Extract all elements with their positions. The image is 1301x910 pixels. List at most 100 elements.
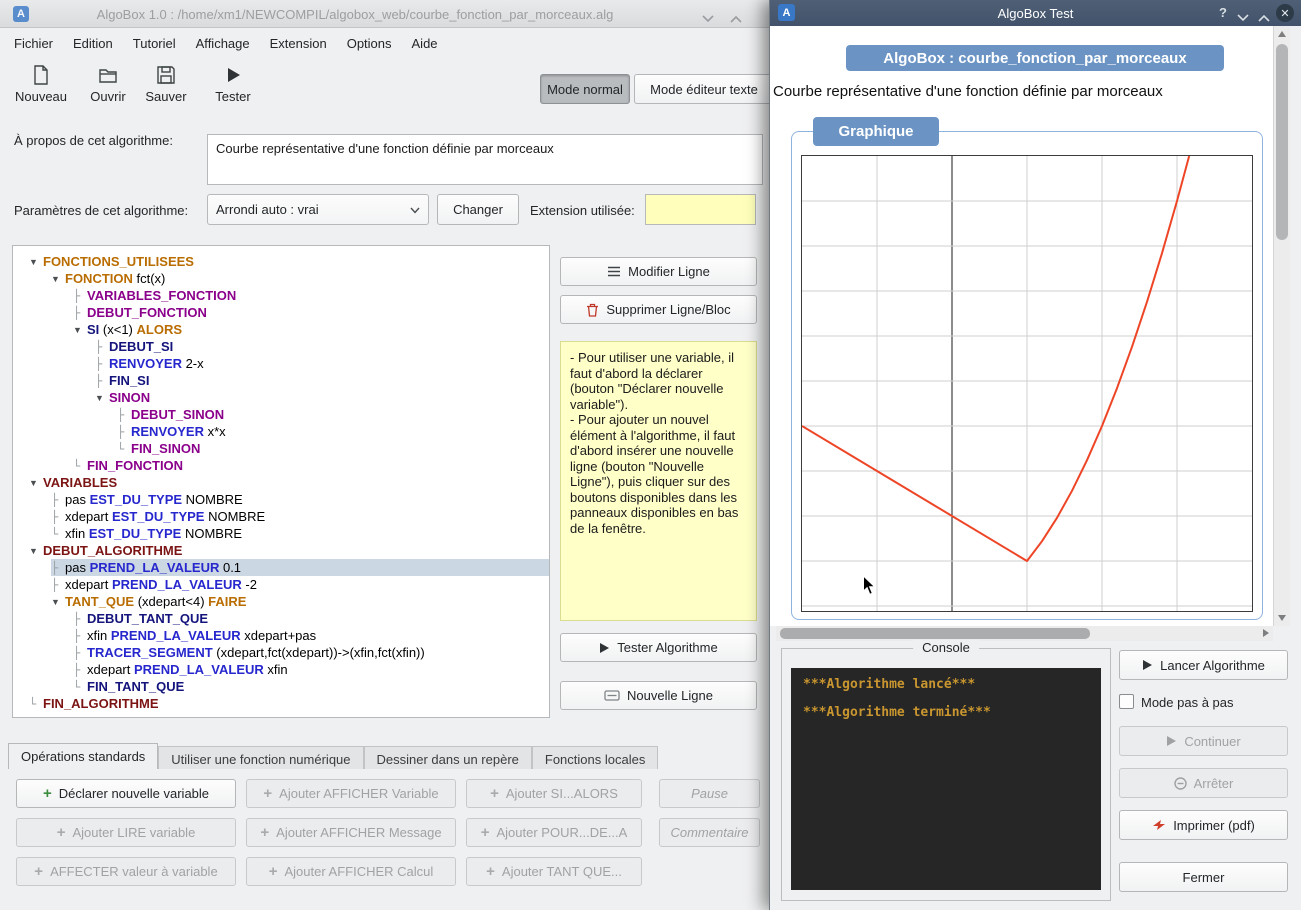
tree-row[interactable]: ▼SI (x<1) ALORS bbox=[13, 321, 549, 338]
menu-item-extension[interactable]: Extension bbox=[260, 31, 337, 56]
tree-row[interactable]: └FIN_ALGORITHME bbox=[13, 695, 549, 712]
chevron-down-icon[interactable] bbox=[1237, 9, 1249, 27]
chevron-down-icon[interactable] bbox=[702, 10, 714, 28]
expand-arrow-icon[interactable]: ▼ bbox=[51, 597, 65, 607]
modify-line-button[interactable]: Modifier Ligne bbox=[560, 257, 757, 286]
vertical-scrollbar[interactable] bbox=[1273, 26, 1290, 626]
tree-row[interactable]: ▼SINON bbox=[13, 389, 549, 406]
expand-arrow-icon[interactable]: ▼ bbox=[29, 546, 43, 556]
extension-input[interactable] bbox=[645, 194, 756, 225]
stop-button[interactable]: Arrêter bbox=[1119, 768, 1288, 798]
chevron-up-icon[interactable] bbox=[1258, 9, 1270, 27]
test-algorithm-button[interactable]: Tester Algorithme bbox=[560, 633, 757, 662]
menu-item-affichage[interactable]: Affichage bbox=[186, 31, 260, 56]
tester-button[interactable]: Tester bbox=[202, 64, 264, 104]
tab[interactable]: Utiliser une fonction numérique bbox=[158, 746, 363, 769]
tree-row[interactable]: ├DEBUT_SINON bbox=[13, 406, 549, 423]
scroll-down-icon[interactable] bbox=[1278, 615, 1286, 621]
tree-branch-icon: ├ bbox=[51, 510, 65, 524]
scroll-right-icon[interactable] bbox=[1263, 629, 1269, 637]
ops-button[interactable]: Pause bbox=[659, 779, 760, 808]
ops-button[interactable]: +Ajouter POUR...DE...A bbox=[466, 818, 642, 847]
menu-item-fichier[interactable]: Fichier bbox=[4, 31, 63, 56]
mode-normal-button[interactable]: Mode normal bbox=[540, 74, 630, 104]
tree-row[interactable]: ├xdepart PREND_LA_VALEUR xfin bbox=[13, 661, 549, 678]
play-icon bbox=[1142, 659, 1153, 671]
tree-row[interactable]: ├xdepart PREND_LA_VALEUR -2 bbox=[13, 576, 549, 593]
tree-row[interactable]: ├VARIABLES_FONCTION bbox=[13, 287, 549, 304]
step-mode-checkbox[interactable] bbox=[1119, 694, 1134, 709]
menu-item-edition[interactable]: Edition bbox=[63, 31, 123, 56]
tree-branch-icon: ├ bbox=[117, 408, 131, 422]
about-input[interactable]: Courbe représentative d'une fonction déf… bbox=[207, 134, 763, 185]
horizontal-scrollbar[interactable] bbox=[776, 626, 1273, 641]
new-line-button[interactable]: Nouvelle Ligne bbox=[560, 681, 757, 710]
tree-row[interactable]: ├pas PREND_LA_VALEUR 0.1 bbox=[13, 559, 549, 576]
params-label: Paramètres de cet algorithme: bbox=[14, 203, 188, 218]
change-button[interactable]: Changer bbox=[437, 194, 519, 225]
menu-item-options[interactable]: Options bbox=[337, 31, 402, 56]
ops-button[interactable]: +Ajouter AFFICHER Message bbox=[246, 818, 456, 847]
tree-row[interactable]: └FIN_FONCTION bbox=[13, 457, 549, 474]
tree-row[interactable]: ├TRACER_SEGMENT (xdepart,fct(xdepart))->… bbox=[13, 644, 549, 661]
expand-arrow-icon[interactable]: ▼ bbox=[51, 274, 65, 284]
ops-button[interactable]: +Ajouter TANT QUE... bbox=[466, 857, 642, 886]
tree-row[interactable]: ▼DEBUT_ALGORITHME bbox=[13, 542, 549, 559]
ops-button[interactable]: +Ajouter LIRE variable bbox=[16, 818, 236, 847]
ops-button[interactable]: +Ajouter AFFICHER Calcul bbox=[246, 857, 456, 886]
tree-branch-icon: ├ bbox=[51, 578, 65, 592]
help-icon[interactable]: ? bbox=[1219, 5, 1227, 20]
ops-button[interactable]: +Déclarer nouvelle variable bbox=[16, 779, 236, 808]
run-algorithm-button[interactable]: Lancer Algorithme bbox=[1119, 650, 1288, 680]
ops-button[interactable]: +Ajouter AFFICHER Variable bbox=[246, 779, 456, 808]
expand-arrow-icon[interactable]: ▼ bbox=[95, 393, 109, 403]
main-window-titlebar[interactable]: A AlgoBox 1.0 : /home/xm1/NEWCOMPIL/algo… bbox=[0, 0, 772, 28]
tree-row[interactable]: ├pas EST_DU_TYPE NOMBRE bbox=[13, 491, 549, 508]
scroll-up-icon[interactable] bbox=[1278, 31, 1286, 37]
tab[interactable]: Opérations standards bbox=[8, 743, 158, 769]
tree-row[interactable]: ├xdepart EST_DU_TYPE NOMBRE bbox=[13, 508, 549, 525]
tree-text: x*x bbox=[208, 424, 226, 439]
tree-row[interactable]: └FIN_SINON bbox=[13, 440, 549, 457]
expand-arrow-icon[interactable]: ▼ bbox=[73, 325, 87, 335]
tree-row[interactable]: ├RENVOYER x*x bbox=[13, 423, 549, 440]
tree-row[interactable]: ├RENVOYER 2-x bbox=[13, 355, 549, 372]
horizontal-scrollbar-thumb[interactable] bbox=[780, 628, 1090, 639]
close-test-button[interactable]: Fermer bbox=[1119, 862, 1288, 892]
open-button[interactable]: Ouvrir bbox=[77, 64, 139, 104]
vertical-scrollbar-thumb[interactable] bbox=[1276, 44, 1288, 240]
tree-row[interactable]: ├DEBUT_TANT_QUE bbox=[13, 610, 549, 627]
test-window-titlebar[interactable]: A AlgoBox Test ? ✕ bbox=[770, 0, 1301, 26]
new-button[interactable]: Nouveau bbox=[10, 64, 72, 104]
ops-button[interactable]: Commentaire bbox=[659, 818, 760, 847]
tree-branch-icon: └ bbox=[117, 442, 131, 456]
chevron-up-icon[interactable] bbox=[730, 10, 742, 28]
tree-row[interactable]: ▼VARIABLES bbox=[13, 474, 549, 491]
mode-editor-button[interactable]: Mode éditeur texte bbox=[634, 74, 774, 104]
menu-item-tutoriel[interactable]: Tutoriel bbox=[123, 31, 186, 56]
tree-row[interactable]: ▼FONCTION fct(x) bbox=[13, 270, 549, 287]
delete-line-button[interactable]: Supprimer Ligne/Bloc bbox=[560, 295, 757, 324]
ops-button[interactable]: +Ajouter SI...ALORS bbox=[466, 779, 642, 808]
tree-row[interactable]: ├FIN_SI bbox=[13, 372, 549, 389]
tree-row[interactable]: ├DEBUT_SI bbox=[13, 338, 549, 355]
tab[interactable]: Dessiner dans un repère bbox=[364, 746, 532, 769]
expand-arrow-icon[interactable]: ▼ bbox=[29, 478, 43, 488]
tree-row[interactable]: ├DEBUT_FONCTION bbox=[13, 304, 549, 321]
ops-button[interactable]: +AFFECTER valeur à variable bbox=[16, 857, 236, 886]
tree-row[interactable]: ├xfin PREND_LA_VALEUR xdepart+pas bbox=[13, 627, 549, 644]
tree-branch-icon: ├ bbox=[73, 612, 87, 626]
rounding-combobox[interactable]: Arrondi auto : vrai bbox=[207, 194, 429, 225]
menu-item-aide[interactable]: Aide bbox=[402, 31, 448, 56]
print-pdf-button[interactable]: Imprimer (pdf) bbox=[1119, 810, 1288, 840]
tab[interactable]: Fonctions locales bbox=[532, 746, 658, 769]
save-button[interactable]: Sauver bbox=[135, 64, 197, 104]
tree-row[interactable]: └FIN_TANT_QUE bbox=[13, 678, 549, 695]
tree-text: DEBUT_FONCTION bbox=[87, 305, 207, 320]
tree-row[interactable]: ▼FONCTIONS_UTILISEES bbox=[13, 253, 549, 270]
expand-arrow-icon[interactable]: ▼ bbox=[29, 257, 43, 267]
tree-row[interactable]: ▼TANT_QUE (xdepart<4) FAIRE bbox=[13, 593, 549, 610]
close-icon[interactable]: ✕ bbox=[1276, 4, 1294, 22]
tree-row[interactable]: └xfin EST_DU_TYPE NOMBRE bbox=[13, 525, 549, 542]
continue-button[interactable]: Continuer bbox=[1119, 726, 1288, 756]
